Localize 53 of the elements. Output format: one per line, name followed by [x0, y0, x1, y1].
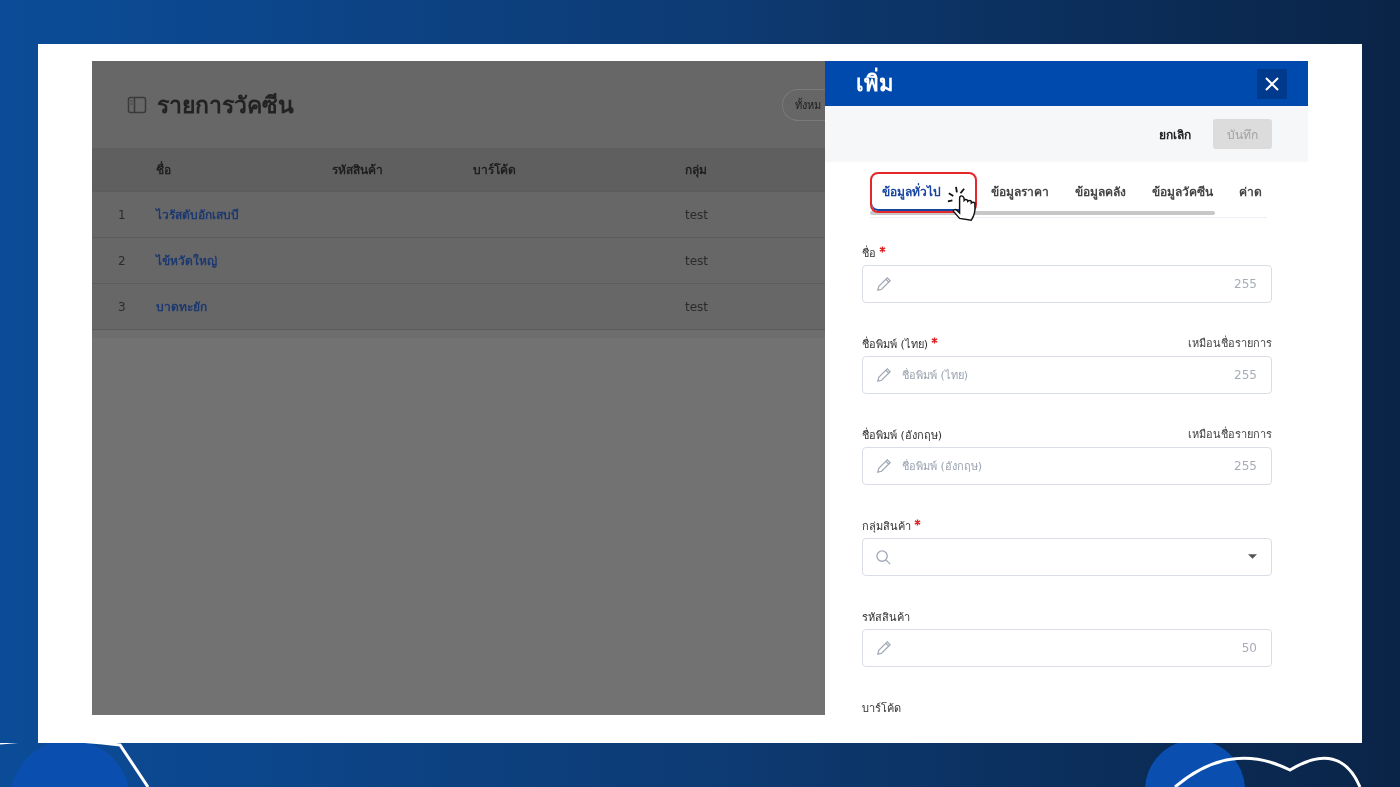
- close-icon: [1265, 76, 1279, 91]
- field-label: ชื่อ: [862, 247, 876, 260]
- column-header: กลุ่ม: [685, 162, 708, 179]
- character-limit: 255: [1234, 459, 1257, 473]
- caret-icon: [1248, 554, 1257, 560]
- text-input[interactable]: ชื่อพิมพ์ (ไทย): [900, 367, 1235, 383]
- table-cell-text: test: [685, 253, 710, 268]
- field-label: กลุ่มสินค้า: [862, 520, 911, 533]
- field-label: รหัสสินค้า: [862, 611, 910, 624]
- column-header: บาร์โค้ด: [473, 162, 517, 179]
- row-number: 3: [117, 299, 127, 314]
- table-cell-text: test: [685, 207, 710, 222]
- field-label: ชื่อพิมพ์ (อังกฤษ): [862, 429, 943, 442]
- text-field[interactable]: ชื่อพิมพ์ (ไทย) 255: [862, 356, 1272, 394]
- required-icon: [931, 337, 939, 344]
- search-icon: [875, 548, 892, 566]
- close-button[interactable]: [1257, 68, 1287, 99]
- vaccine-name-link[interactable]: บาดทะยัก: [156, 297, 332, 316]
- cancel-button[interactable]: ยกเลิก: [1153, 123, 1197, 145]
- tab[interactable]: ข้อมูลคลัง: [1063, 172, 1138, 213]
- character-limit: 50: [1241, 641, 1257, 655]
- page-title: รายการวัคซีน: [157, 90, 294, 120]
- table-cell-text: test: [685, 299, 710, 314]
- tab[interactable]: ข้อมูลทั่วไป: [870, 172, 977, 213]
- filter-button[interactable]: ทั้งหม: [782, 88, 825, 121]
- column-header: รหัสสินค้า: [332, 162, 384, 179]
- vaccine-name-link[interactable]: ไข้หวัดใหญ่: [156, 251, 332, 270]
- required-icon: [879, 246, 886, 253]
- sidebar-icon: [127, 94, 147, 115]
- row-number: 1: [117, 207, 127, 222]
- text-field[interactable]: 255: [862, 265, 1272, 303]
- pencil-icon: [875, 275, 892, 293]
- drawer-title: เพิ่ม: [856, 66, 1257, 101]
- tab[interactable]: ข้อมูลวัคซีน: [1140, 172, 1225, 213]
- text-field[interactable]: 50: [862, 629, 1272, 667]
- row-number: 2: [117, 253, 127, 268]
- required-icon: [914, 519, 921, 526]
- pencil-icon: [875, 639, 892, 657]
- select-field[interactable]: [862, 538, 1272, 576]
- tab[interactable]: ค่าด: [1227, 172, 1274, 213]
- field-label: บาร์โค้ด: [862, 702, 901, 715]
- text-input[interactable]: ชื่อพิมพ์ (อังกฤษ): [900, 458, 1235, 474]
- pencil-icon: [875, 457, 892, 475]
- same-as-name-link[interactable]: เหมือนชื่อรายการ: [1188, 334, 1272, 352]
- pencil-icon: [875, 366, 892, 384]
- column-header: ชื่อ: [156, 160, 172, 179]
- tab[interactable]: ข้อมูลราคา: [979, 172, 1061, 213]
- same-as-name-link[interactable]: เหมือนชื่อรายการ: [1188, 425, 1272, 443]
- vaccine-name-link[interactable]: ไวรัสตับอักเสบบี: [156, 205, 332, 224]
- character-limit: 255: [1234, 368, 1257, 382]
- field-label: ชื่อพิมพ์ (ไทย): [862, 338, 929, 351]
- character-limit: 255: [1234, 277, 1257, 291]
- text-field[interactable]: ชื่อพิมพ์ (อังกฤษ) 255: [862, 447, 1272, 485]
